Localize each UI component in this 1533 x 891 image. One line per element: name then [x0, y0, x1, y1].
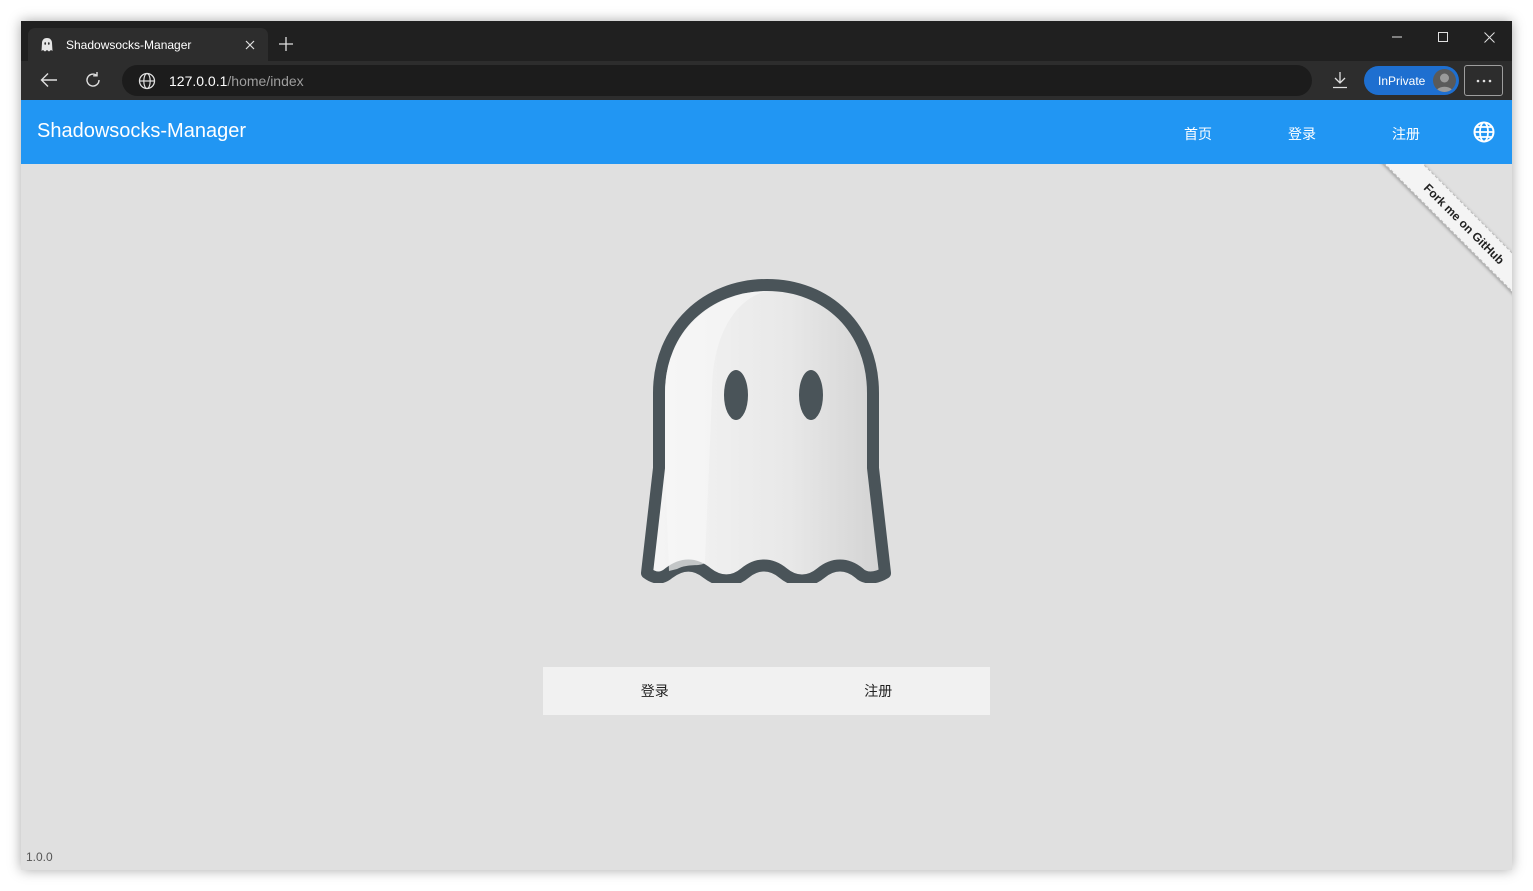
address-host: 127.0.0.1: [169, 72, 228, 89]
ghost-logo-icon: [641, 279, 891, 583]
github-ribbon[interactable]: Fork me on GitHub: [1362, 164, 1512, 314]
minimize-icon[interactable]: [1374, 21, 1420, 53]
window-controls: [1374, 21, 1512, 53]
app-title: Shadowsocks-Manager: [37, 120, 246, 142]
inprivate-button[interactable]: InPrivate: [1364, 66, 1459, 95]
address-url: 127.0.0.1/home/index: [169, 73, 304, 89]
nav-home-link[interactable]: 首页: [1184, 124, 1212, 144]
browser-toolbar: 127.0.0.1/home/index InPrivate: [21, 61, 1512, 100]
tab-close-icon[interactable]: [238, 33, 262, 57]
browser-tab[interactable]: Shadowsocks-Manager: [28, 28, 268, 61]
refresh-icon[interactable]: [77, 64, 109, 96]
language-globe-icon[interactable]: [1472, 120, 1496, 144]
more-options-icon[interactable]: [1464, 65, 1503, 96]
nav-login-link[interactable]: 登录: [1288, 124, 1316, 144]
download-icon[interactable]: [1324, 64, 1356, 96]
browser-window: Shadowsocks-Manager 127.0.0.1/home/index…: [21, 21, 1512, 870]
address-bar[interactable]: 127.0.0.1/home/index: [122, 65, 1312, 96]
page-content: Shadowsocks-Manager 首页 登录 注册 Fork me on …: [21, 100, 1512, 870]
ghost-favicon-icon: [40, 37, 54, 53]
maximize-icon[interactable]: [1420, 21, 1466, 53]
inprivate-label: InPrivate: [1378, 73, 1426, 88]
address-path: /home/index: [227, 72, 304, 89]
login-button[interactable]: 登录: [543, 667, 767, 715]
app-header: Shadowsocks-Manager 首页 登录 注册: [21, 100, 1512, 164]
tab-title: Shadowsocks-Manager: [66, 37, 192, 52]
title-bar: Shadowsocks-Manager: [21, 21, 1512, 61]
auth-button-group: 登录 注册: [543, 667, 990, 715]
signup-button[interactable]: 注册: [767, 667, 991, 715]
globe-icon: [138, 72, 156, 90]
close-window-icon[interactable]: [1466, 21, 1512, 53]
nav-signup-link[interactable]: 注册: [1392, 124, 1420, 144]
back-arrow-icon[interactable]: [33, 64, 65, 96]
version-label: 1.0.0: [26, 850, 53, 864]
new-tab-icon[interactable]: [274, 32, 298, 56]
github-ribbon-label[interactable]: Fork me on GitHub: [1376, 164, 1512, 312]
profile-avatar: [1433, 69, 1456, 92]
